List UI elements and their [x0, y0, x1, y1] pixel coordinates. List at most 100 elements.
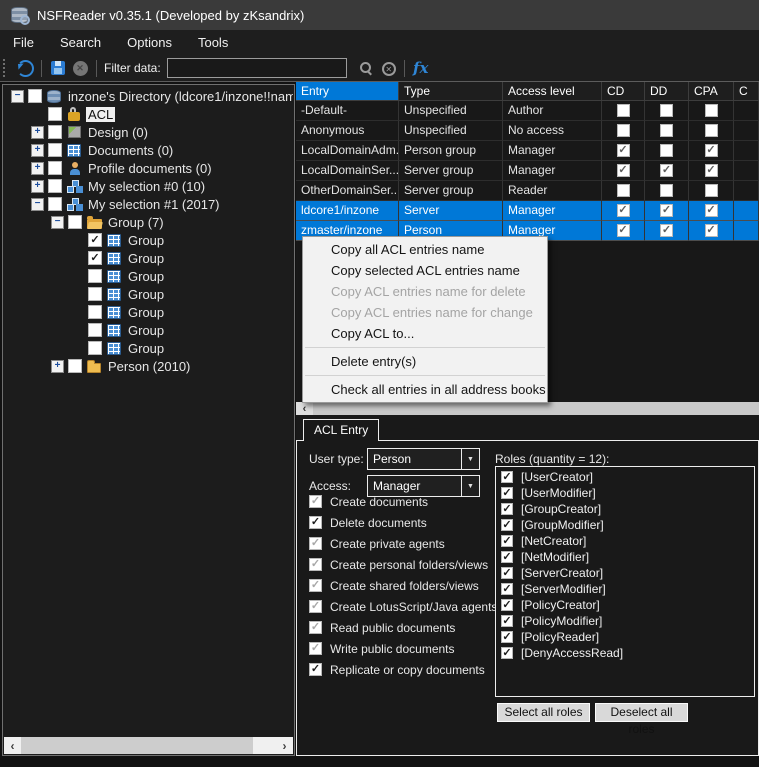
tree-checkbox[interactable]	[48, 197, 62, 211]
role-checkbox[interactable]	[501, 519, 513, 531]
tree-item[interactable]: ACL	[5, 105, 293, 123]
clear-search-button[interactable]	[377, 57, 399, 79]
cd-checkbox[interactable]	[617, 144, 630, 157]
role-item[interactable]: [ServerCreator]	[496, 565, 754, 581]
table-row[interactable]: OtherDomainSer...Server groupReader	[296, 181, 759, 201]
tree-checkbox[interactable]	[88, 323, 102, 337]
tree-item[interactable]: +Person (2010)	[5, 357, 293, 375]
collapse-icon[interactable]: −	[31, 198, 44, 211]
cpa-checkbox[interactable]	[705, 104, 718, 117]
tree-checkbox[interactable]	[88, 341, 102, 355]
context-menu-item-copy-all-acl-entries-name[interactable]: Copy all ACL entries name	[303, 239, 547, 260]
role-checkbox[interactable]	[501, 487, 513, 499]
tree-item[interactable]: −My selection #1 (2017)	[5, 195, 293, 213]
dd-checkbox[interactable]	[660, 184, 673, 197]
tab-acl-entry[interactable]: ACL Entry	[303, 419, 379, 441]
tree-item[interactable]: Group	[5, 249, 293, 267]
filter-input[interactable]	[167, 58, 347, 78]
cpa-checkbox[interactable]	[705, 224, 718, 237]
expand-icon[interactable]: +	[31, 126, 44, 139]
role-item[interactable]: [UserModifier]	[496, 485, 754, 501]
cpa-checkbox[interactable]	[705, 124, 718, 137]
column-header-entry[interactable]: Entry	[296, 82, 399, 101]
tree-checkbox[interactable]	[68, 215, 82, 229]
scroll-left-button[interactable]: ‹	[296, 402, 313, 415]
role-checkbox[interactable]	[501, 551, 513, 563]
chevron-down-icon[interactable]: ▼	[461, 449, 479, 469]
tree-item[interactable]: Group	[5, 267, 293, 285]
menu-options[interactable]: Options	[114, 30, 185, 55]
expand-icon[interactable]: +	[31, 180, 44, 193]
tree-checkbox[interactable]	[68, 359, 82, 373]
dd-checkbox[interactable]	[660, 124, 673, 137]
tree-item[interactable]: +Design (0)	[5, 123, 293, 141]
tree-item[interactable]: Group	[5, 303, 293, 321]
menu-file[interactable]: File	[0, 30, 47, 55]
tree-item[interactable]: −Group (7)	[5, 213, 293, 231]
tree-item[interactable]: Group	[5, 321, 293, 339]
cpa-checkbox[interactable]	[705, 164, 718, 177]
table-row[interactable]: LocalDomainAdm...Person groupManager	[296, 141, 759, 161]
toolbar-grip[interactable]	[3, 59, 9, 77]
role-checkbox[interactable]	[501, 631, 513, 643]
role-item[interactable]: [PolicyModifier]	[496, 613, 754, 629]
role-item[interactable]: [UserCreator]	[496, 469, 754, 485]
cpa-checkbox[interactable]	[705, 204, 718, 217]
cd-checkbox[interactable]	[617, 184, 630, 197]
tree-checkbox[interactable]	[88, 305, 102, 319]
role-item[interactable]: [NetCreator]	[496, 533, 754, 549]
scrollbar-thumb[interactable]	[21, 737, 253, 754]
context-menu-item-copy-acl-to[interactable]: Copy ACL to...	[303, 323, 547, 344]
menu-tools[interactable]: Tools	[185, 30, 241, 55]
role-item[interactable]: [PolicyCreator]	[496, 597, 754, 613]
column-header-c[interactable]: C	[734, 82, 759, 101]
expand-icon[interactable]: +	[51, 360, 64, 373]
scroll-left-button[interactable]: ‹	[4, 737, 21, 754]
table-row[interactable]: ldcore1/inzoneServerManager	[296, 201, 759, 221]
dd-checkbox[interactable]	[660, 204, 673, 217]
cd-checkbox[interactable]	[617, 204, 630, 217]
collapse-icon[interactable]: −	[11, 90, 24, 103]
expand-icon[interactable]: +	[31, 144, 44, 157]
tree-checkbox[interactable]	[48, 179, 62, 193]
dd-checkbox[interactable]	[660, 144, 673, 157]
tree-item[interactable]: Group	[5, 231, 293, 249]
cd-checkbox[interactable]	[617, 224, 630, 237]
table-row[interactable]: AnonymousUnspecifiedNo access	[296, 121, 759, 141]
cd-checkbox[interactable]	[617, 124, 630, 137]
table-row[interactable]: LocalDomainSer...Server groupManager	[296, 161, 759, 181]
column-header-cpa[interactable]: CPA	[689, 82, 734, 101]
dd-checkbox[interactable]	[660, 224, 673, 237]
tree-checkbox[interactable]	[88, 233, 102, 247]
column-header-cd[interactable]: CD	[602, 82, 645, 101]
roles-listbox[interactable]: [UserCreator][UserModifier][GroupCreator…	[495, 466, 755, 697]
save-button[interactable]	[47, 57, 69, 79]
refresh-button[interactable]	[14, 57, 36, 79]
role-checkbox[interactable]	[501, 471, 513, 483]
search-button[interactable]	[355, 57, 377, 79]
role-checkbox[interactable]	[501, 615, 513, 627]
role-checkbox[interactable]	[501, 599, 513, 611]
context-menu-item-copy-selected-acl-entries-name[interactable]: Copy selected ACL entries name	[303, 260, 547, 281]
role-checkbox[interactable]	[501, 535, 513, 547]
role-item[interactable]: [ServerModifier]	[496, 581, 754, 597]
tree-item[interactable]: +Profile documents (0)	[5, 159, 293, 177]
cpa-checkbox[interactable]	[705, 144, 718, 157]
tree-item[interactable]: Group	[5, 285, 293, 303]
collapse-icon[interactable]: −	[51, 216, 64, 229]
tree-horizontal-scrollbar[interactable]: ‹ ›	[4, 737, 293, 754]
tree-item[interactable]: −inzone's Directory (ldcore1/inzone!!nam…	[5, 87, 293, 105]
table-row[interactable]: -Default-UnspecifiedAuthor	[296, 101, 759, 121]
role-checkbox[interactable]	[501, 647, 513, 659]
cd-checkbox[interactable]	[617, 164, 630, 177]
tree-checkbox[interactable]	[88, 287, 102, 301]
role-item[interactable]: [DenyAccessRead]	[496, 645, 754, 661]
cd-checkbox[interactable]	[617, 104, 630, 117]
column-header-type[interactable]: Type	[399, 82, 503, 101]
menu-search[interactable]: Search	[47, 30, 114, 55]
select-all-roles-button[interactable]: Select all roles	[497, 703, 590, 722]
dd-checkbox[interactable]	[660, 164, 673, 177]
role-item[interactable]: [GroupCreator]	[496, 501, 754, 517]
table-horizontal-scrollbar[interactable]: ‹	[296, 402, 759, 415]
role-checkbox[interactable]	[501, 567, 513, 579]
